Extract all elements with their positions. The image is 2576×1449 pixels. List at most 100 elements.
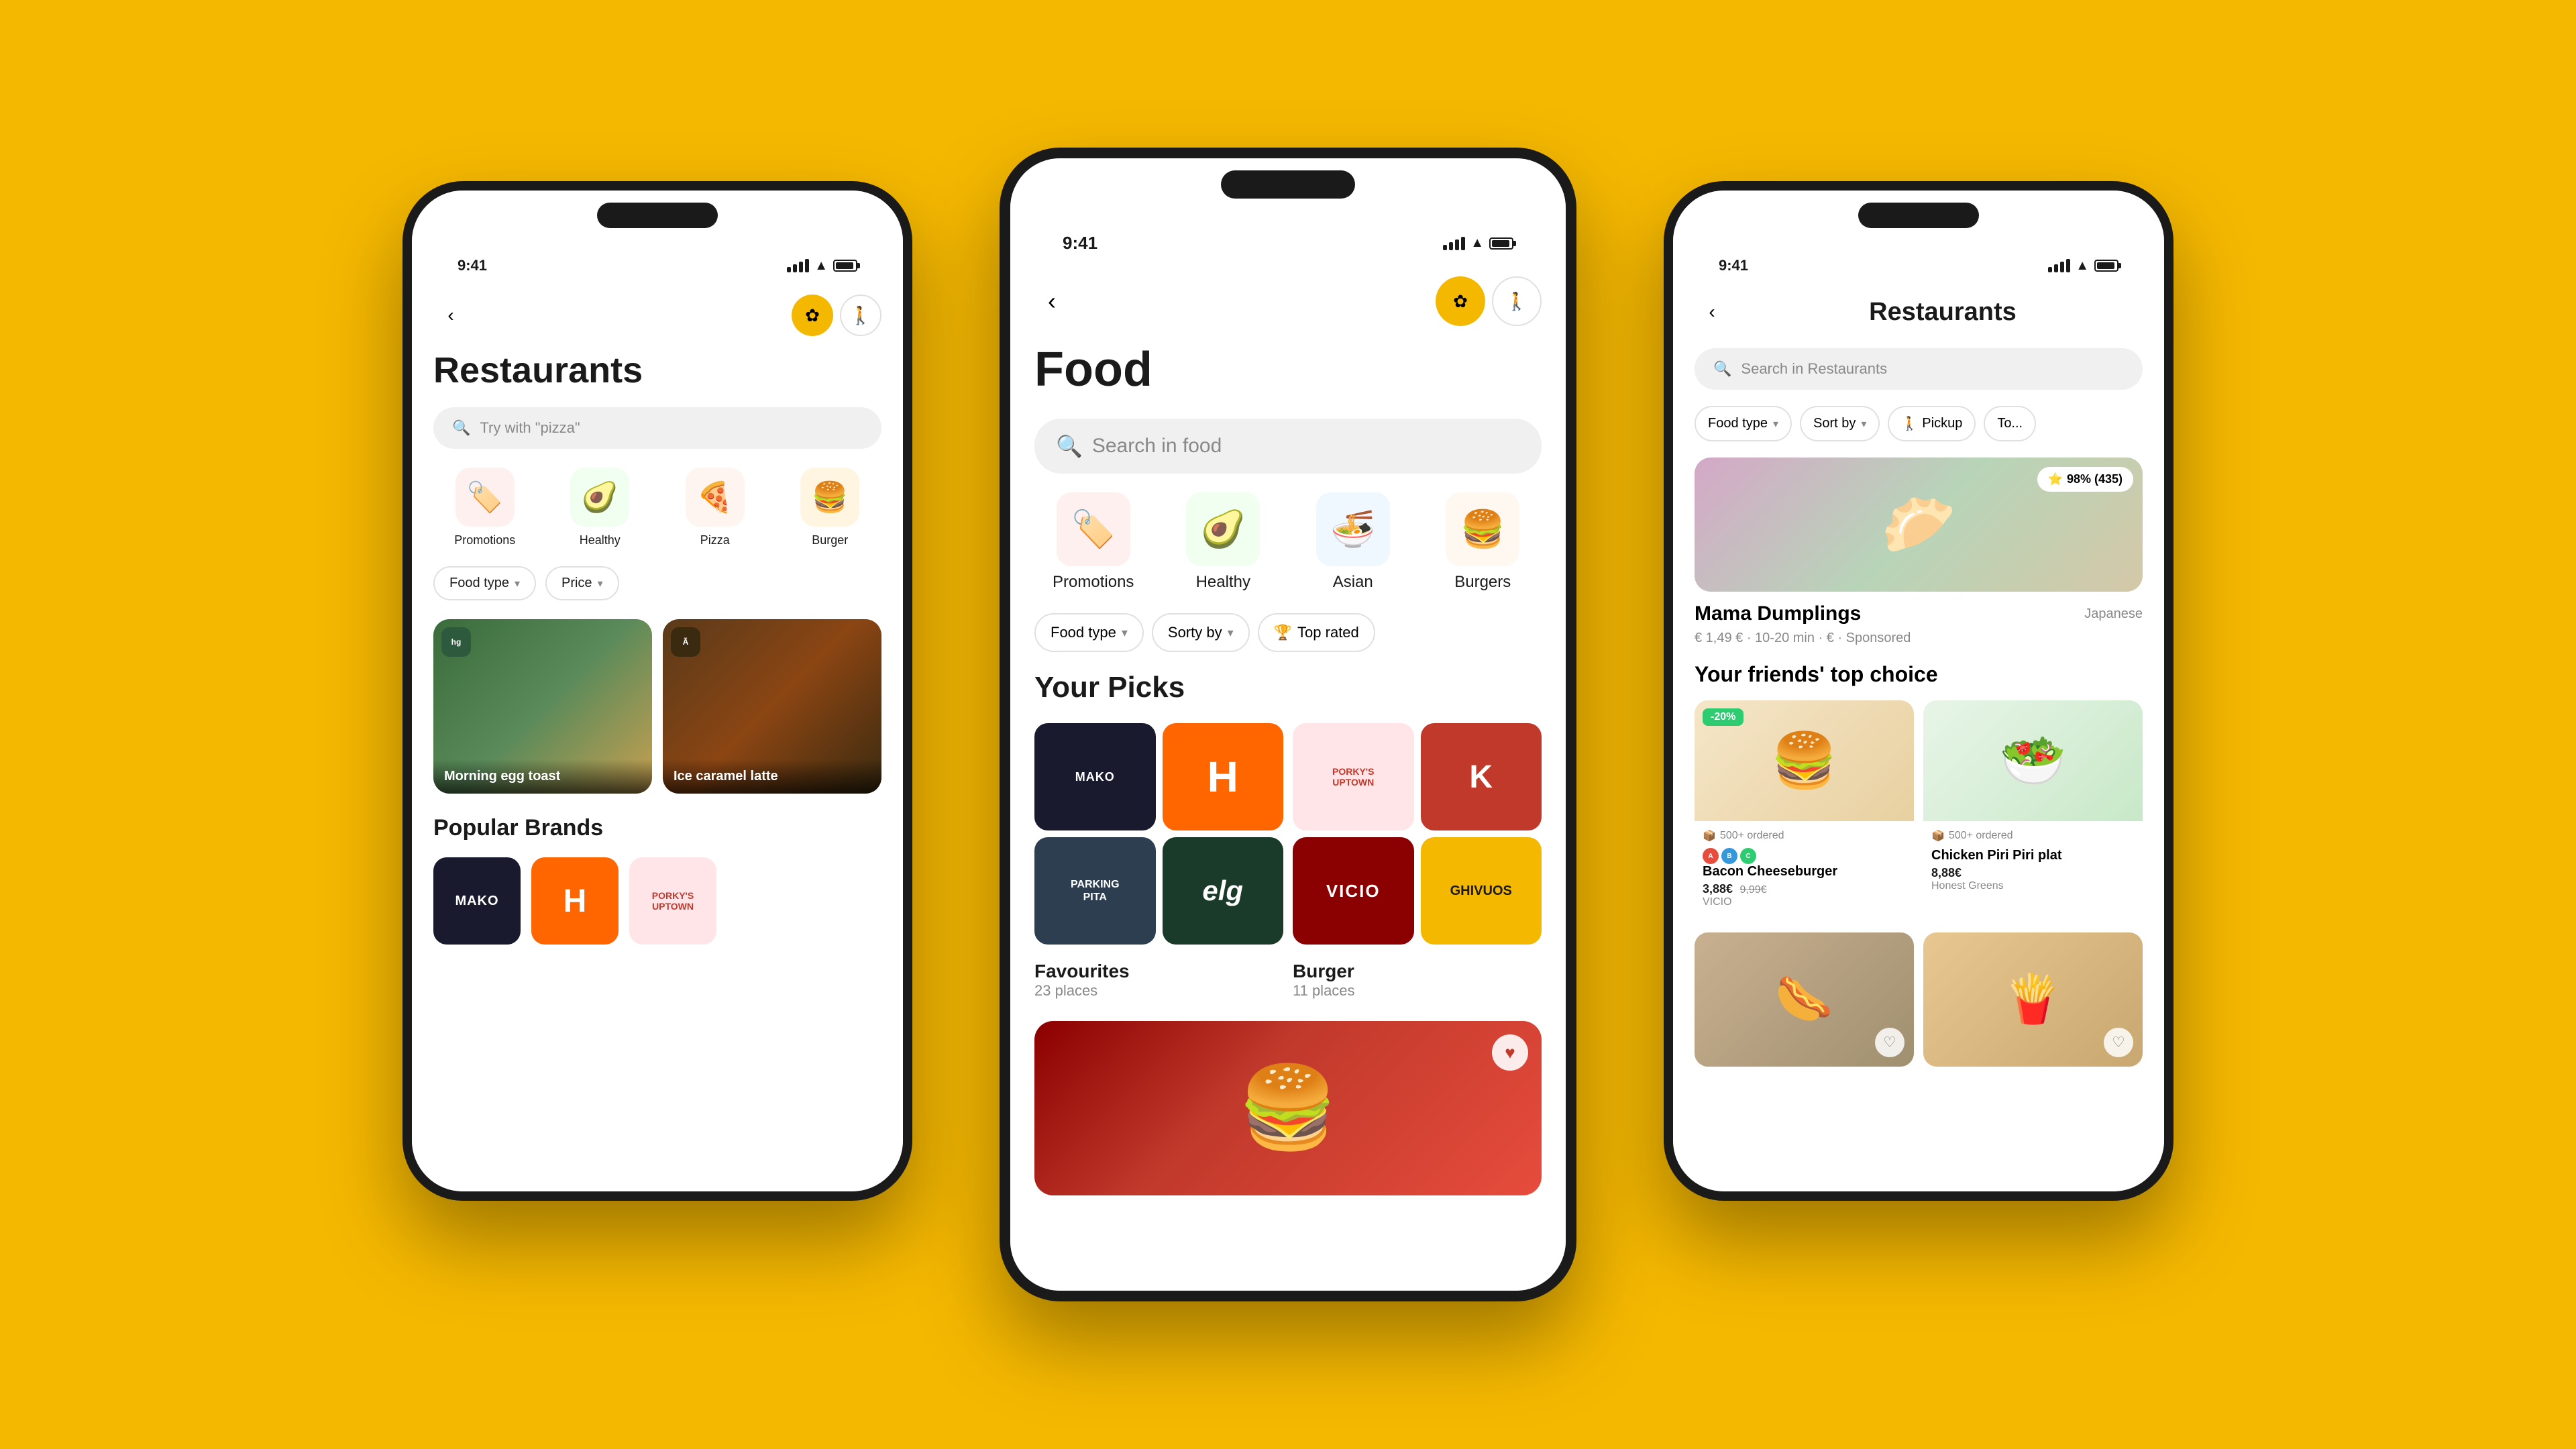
- healthy-label-left: Healthy: [580, 533, 621, 547]
- wifi-icon-left: ▲: [814, 258, 828, 274]
- acai-name: Ice caramel latte: [674, 769, 871, 784]
- porkys-brand[interactable]: PORKY'SUPTOWN: [629, 857, 716, 945]
- pick-mako[interactable]: MAKO: [1034, 723, 1156, 830]
- center-top-rated-chip[interactable]: 🏆 Top rated: [1258, 613, 1375, 652]
- center-filter-row: Food type ▾ Sorty by ▾ 🏆 Top rated: [1034, 613, 1542, 652]
- promotions-label-center: Promotions: [1053, 573, 1134, 592]
- right-time: 9:41: [1719, 257, 1748, 274]
- left-price-chip[interactable]: Price ▾: [545, 566, 619, 600]
- center-page-title: Food: [1034, 342, 1542, 397]
- heart-overlay-2[interactable]: ♡: [2104, 1028, 2133, 1057]
- left-back-button[interactable]: ‹: [433, 298, 468, 333]
- right-bottom-food-row: 🌭 ♡ 🍟 ♡: [1695, 932, 2143, 1067]
- center-time: 9:41: [1063, 233, 1097, 254]
- left-category-pizza[interactable]: 🍕 Pizza: [663, 468, 767, 547]
- chicken-price: 8,88€: [1931, 866, 2135, 880]
- avatar-a: A: [1703, 848, 1719, 864]
- featured-rating-badge: ⭐ 98% (435): [2037, 467, 2133, 492]
- parking-pick-text: PARKINGPITA: [1071, 878, 1120, 904]
- left-category-promotions[interactable]: 🏷️ Promotions: [433, 468, 537, 547]
- signal-bars-left: [787, 259, 809, 272]
- bacon-cheeseburger-body: 📦 500+ ordered A B C Bacon Cheeseburger …: [1695, 821, 1914, 916]
- right-pickup-chip[interactable]: 🚶 Pickup: [1888, 406, 1976, 441]
- left-settings-icon[interactable]: ✿: [792, 294, 833, 336]
- food-preview-heart[interactable]: ♥: [1492, 1034, 1528, 1071]
- left-run-icon[interactable]: 🚶: [840, 294, 881, 336]
- featured-restaurant-card[interactable]: 🥟 ⭐ 98% (435): [1695, 458, 2143, 592]
- center-back-button[interactable]: ‹: [1034, 284, 1069, 319]
- wifi-icon-center: ▲: [1470, 235, 1484, 251]
- left-search-placeholder: Try with "pizza": [480, 419, 580, 437]
- right-status-bar: 9:41 ▲: [1695, 248, 2143, 274]
- honest-greens-name: Morning egg toast: [444, 769, 641, 784]
- burger-icon-left: 🍔: [800, 468, 859, 527]
- battery-left: [833, 260, 857, 272]
- right-food-type-chip[interactable]: Food type ▾: [1695, 406, 1792, 441]
- honest-greens-overlay: Morning egg toast: [433, 759, 652, 794]
- center-category-promotions[interactable]: 🏷️ Promotions: [1034, 492, 1152, 592]
- heart-overlay-1[interactable]: ♡: [1875, 1028, 1904, 1057]
- burger-label: Burger 11 places: [1293, 961, 1542, 1000]
- ordered-text-right: 500+ ordered: [1949, 830, 2013, 842]
- center-run-icon[interactable]: 🚶: [1492, 276, 1542, 326]
- center-dynamic-island: [1221, 170, 1355, 199]
- left-status-icons: ▲: [787, 258, 857, 274]
- pick-elg[interactable]: elg: [1163, 837, 1284, 945]
- left-restaurant-cards: hg Morning egg toast Ã Ice caramel latte: [433, 619, 881, 794]
- burgers-label-center: Burgers: [1454, 573, 1511, 592]
- center-food-type-chevron: ▾: [1122, 626, 1128, 640]
- ordered-badge-right: 📦 500+ ordered: [1931, 829, 2135, 843]
- right-food-item-1[interactable]: 🌭 ♡: [1695, 932, 1914, 1067]
- avatar-c: C: [1740, 848, 1756, 864]
- center-food-type-chip[interactable]: Food type ▾: [1034, 613, 1144, 652]
- left-food-type-chip[interactable]: Food type ▾: [433, 566, 536, 600]
- center-settings-icon[interactable]: ✿: [1436, 276, 1485, 326]
- acai-card[interactable]: Ã Ice caramel latte: [663, 619, 881, 794]
- center-category-asian[interactable]: 🍜 Asian: [1294, 492, 1412, 592]
- pick-vicio[interactable]: VICIO: [1293, 837, 1414, 945]
- center-category-healthy[interactable]: 🥑 Healthy: [1165, 492, 1283, 592]
- center-your-picks-title: Your Picks: [1034, 671, 1542, 704]
- honest-greens-logo: hg: [441, 627, 471, 657]
- package-icon-right: 📦: [1931, 829, 1945, 843]
- right-search-bar[interactable]: 🔍 Search in Restaurants: [1695, 348, 2143, 390]
- left-search-icon: 🔍: [452, 419, 470, 437]
- right-food-item-2[interactable]: 🍟 ♡: [1923, 932, 2143, 1067]
- left-status-bar: 9:41 ▲: [433, 248, 881, 274]
- right-sort-by-chip[interactable]: Sort by ▾: [1800, 406, 1880, 441]
- asian-label-center: Asian: [1333, 573, 1373, 592]
- left-category-burger[interactable]: 🍔 Burger: [779, 468, 882, 547]
- pick-h[interactable]: H: [1163, 723, 1284, 830]
- right-status-icons: ▲: [2048, 258, 2118, 274]
- mako-text: MAKO: [455, 894, 498, 908]
- center-food-preview[interactable]: 🍔 ♥: [1034, 1021, 1542, 1195]
- left-search-bar[interactable]: 🔍 Try with "pizza": [433, 407, 881, 449]
- mako-brand[interactable]: MAKO: [433, 857, 521, 945]
- center-category-burgers[interactable]: 🍔 Burgers: [1424, 492, 1542, 592]
- healthy-icon-center: 🥑: [1186, 492, 1260, 566]
- honest-greens-card[interactable]: hg Morning egg toast: [433, 619, 652, 794]
- h-brand[interactable]: H: [531, 857, 619, 945]
- pick-porkys[interactable]: PORKY'SUPTOWN: [1293, 723, 1414, 830]
- pick-k[interactable]: K: [1421, 723, 1542, 830]
- center-search-bar[interactable]: 🔍 Search in food: [1034, 419, 1542, 474]
- h-pick-text: H: [1208, 752, 1238, 802]
- left-page-title: Restaurants: [433, 350, 881, 391]
- promotions-icon-center: 🏷️: [1057, 492, 1130, 566]
- battery-right: [2094, 260, 2118, 272]
- ordered-badge-left: 📦 500+ ordered: [1703, 829, 1906, 843]
- right-more-chip[interactable]: To...: [1984, 406, 2036, 441]
- restaurant-meta: € 1,49 € · 10-20 min · € · Sponsored: [1695, 631, 2143, 646]
- left-category-healthy[interactable]: 🥑 Healthy: [549, 468, 652, 547]
- right-food-type-label: Food type: [1708, 416, 1768, 431]
- chicken-piri-card[interactable]: 🥗 📦 500+ ordered Chicken Piri Piri plat …: [1923, 700, 2143, 916]
- right-header: ‹ Restaurants: [1695, 294, 2143, 329]
- pick-ghivuos[interactable]: GHIVUOS: [1421, 837, 1542, 945]
- center-sorty-by-chip[interactable]: Sorty by ▾: [1152, 613, 1250, 652]
- bacon-cheeseburger-card[interactable]: 🍔 -20% 📦 500+ ordered A B C: [1695, 700, 1914, 916]
- right-back-button[interactable]: ‹: [1695, 294, 1729, 329]
- pick-parking[interactable]: PARKINGPITA: [1034, 837, 1156, 945]
- right-sort-by-label: Sort by: [1813, 416, 1856, 431]
- left-price-label: Price: [561, 576, 592, 591]
- right-dynamic-island: [1858, 203, 1979, 228]
